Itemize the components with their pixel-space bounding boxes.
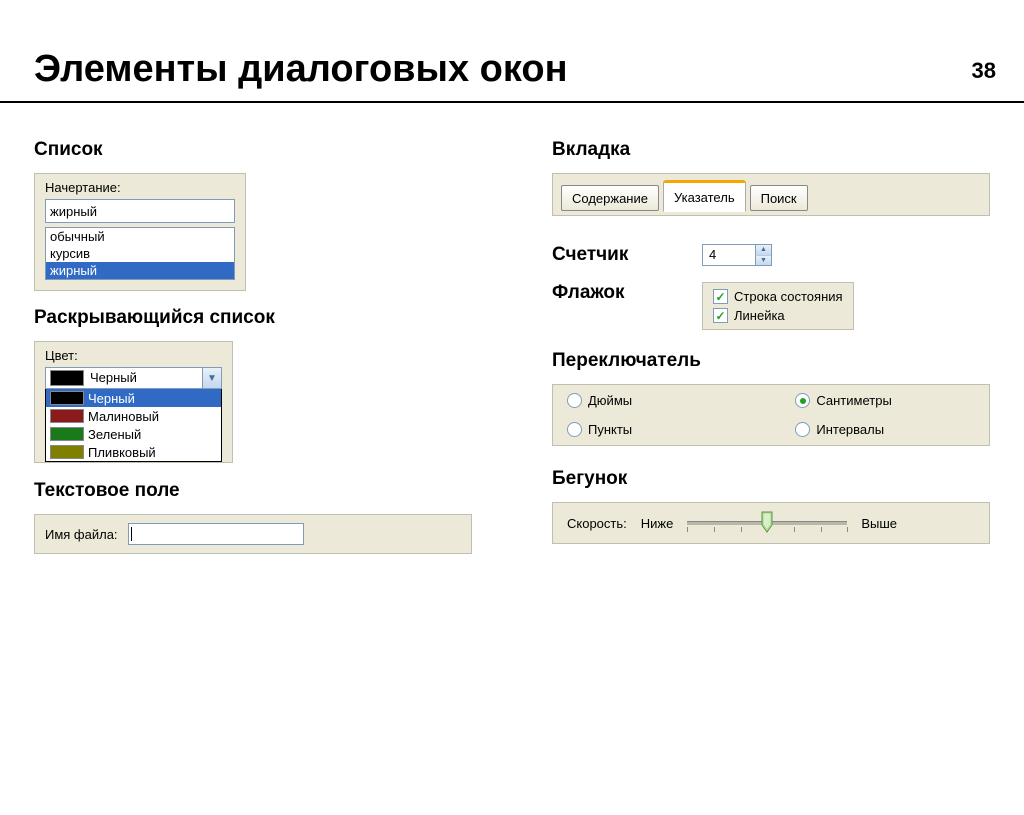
list-item[interactable]: жирный	[46, 262, 234, 279]
radio-label: Дюймы	[588, 393, 632, 408]
list-item[interactable]: курсив	[46, 245, 234, 262]
color-swatch	[50, 409, 84, 423]
spinner-down-icon[interactable]: ▼	[755, 256, 771, 266]
section-dropdown-label: Раскрывающийся список	[34, 307, 472, 329]
dropdown-item[interactable]: Зеленый	[46, 425, 221, 443]
radio-label: Интервалы	[816, 422, 884, 437]
spinner-buttons: ▲ ▼	[755, 245, 771, 265]
radio-row[interactable]: Сантиметры	[795, 393, 975, 408]
dropdown-item[interactable]: Черный	[46, 389, 221, 407]
slider-min-label: Ниже	[641, 516, 674, 531]
chevron-down-icon[interactable]: ▼	[202, 368, 221, 388]
checkbox-widget: ✓ Строка состояния ✓ Линейка	[702, 282, 854, 330]
checkbox-icon[interactable]: ✓	[713, 308, 728, 323]
radio-row[interactable]: Дюймы	[567, 393, 715, 408]
tabs-widget: Содержание Указатель Поиск	[552, 173, 990, 216]
dropdown-item-label: Зеленый	[88, 427, 141, 442]
textfield-field-label: Имя файла:	[45, 527, 118, 542]
color-swatch	[50, 445, 84, 459]
checkbox-icon[interactable]: ✓	[713, 289, 728, 304]
section-tabs-label: Вкладка	[552, 139, 990, 161]
radio-label: Сантиметры	[816, 393, 891, 408]
slider-widget: Скорость: Ниже	[552, 502, 990, 544]
listbox-widget: Начертание: жирный обычный курсив жирный	[34, 173, 246, 291]
radio-icon[interactable]	[567, 393, 582, 408]
color-swatch	[50, 370, 84, 386]
textfield-widget: Имя файла:	[34, 514, 472, 554]
radio-row[interactable]: Пункты	[567, 422, 715, 437]
dropdown-widget: Цвет: Черный ▼ Черный Малиновый Зеленый	[34, 341, 233, 463]
radio-icon[interactable]	[567, 422, 582, 437]
combobox[interactable]: Черный ▼	[45, 367, 222, 389]
tab-content[interactable]: Содержание	[561, 185, 659, 211]
slider-thumb-icon[interactable]	[761, 511, 773, 533]
left-column: Список Начертание: жирный обычный курсив…	[34, 123, 472, 554]
combobox-value: Черный	[88, 368, 202, 388]
dropdown-item-label: Малиновый	[88, 409, 159, 424]
spinner-up-icon[interactable]: ▲	[755, 245, 771, 256]
check-row[interactable]: ✓ Линейка	[713, 306, 843, 325]
section-list-label: Список	[34, 139, 472, 161]
page-title: Элементы диалоговых окон	[34, 48, 1024, 91]
radio-row[interactable]: Интервалы	[795, 422, 975, 437]
listbox[interactable]: обычный курсив жирный	[45, 227, 235, 280]
tab-index[interactable]: Указатель	[663, 180, 746, 212]
slider-field-label: Скорость:	[567, 516, 627, 531]
radio-icon[interactable]	[795, 393, 810, 408]
page-number: 38	[972, 58, 996, 84]
dropdown-field-label: Цвет:	[45, 348, 222, 363]
divider	[0, 101, 1024, 103]
slider-max-label: Выше	[861, 516, 897, 531]
spinner-widget[interactable]: 4 ▲ ▼	[702, 244, 772, 266]
color-swatch	[50, 391, 84, 405]
radio-icon[interactable]	[795, 422, 810, 437]
tab-search[interactable]: Поиск	[750, 185, 808, 211]
dropdown-item[interactable]: Пливковый	[46, 443, 221, 461]
section-spinner-label: Счетчик	[552, 244, 672, 266]
radio-label: Пункты	[588, 422, 632, 437]
slider-track[interactable]	[687, 511, 847, 535]
listbox-value-field[interactable]: жирный	[45, 199, 235, 223]
dropdown-item-label: Черный	[88, 391, 135, 406]
section-slider-label: Бегунок	[552, 468, 990, 490]
section-checkbox-label: Флажок	[552, 282, 672, 304]
section-radio-label: Переключатель	[552, 350, 990, 372]
spinner-value[interactable]: 4	[703, 245, 755, 265]
checkbox-label: Строка состояния	[734, 289, 843, 304]
list-item[interactable]: обычный	[46, 228, 234, 245]
section-textfield-label: Текстовое поле	[34, 480, 472, 502]
dropdown-item-label: Пливковый	[88, 445, 156, 460]
text-cursor	[131, 527, 132, 541]
checkbox-label: Линейка	[734, 308, 785, 323]
check-row[interactable]: ✓ Строка состояния	[713, 287, 843, 306]
filename-input[interactable]	[128, 523, 304, 545]
listbox-field-label: Начертание:	[45, 180, 235, 195]
radio-widget: Дюймы Сантиметры Пункты Интервалы	[552, 384, 990, 446]
dropdown-list: Черный Малиновый Зеленый Пливковый	[45, 389, 222, 462]
dropdown-item[interactable]: Малиновый	[46, 407, 221, 425]
right-column: Вкладка Содержание Указатель Поиск Счетч…	[552, 123, 990, 554]
color-swatch	[50, 427, 84, 441]
